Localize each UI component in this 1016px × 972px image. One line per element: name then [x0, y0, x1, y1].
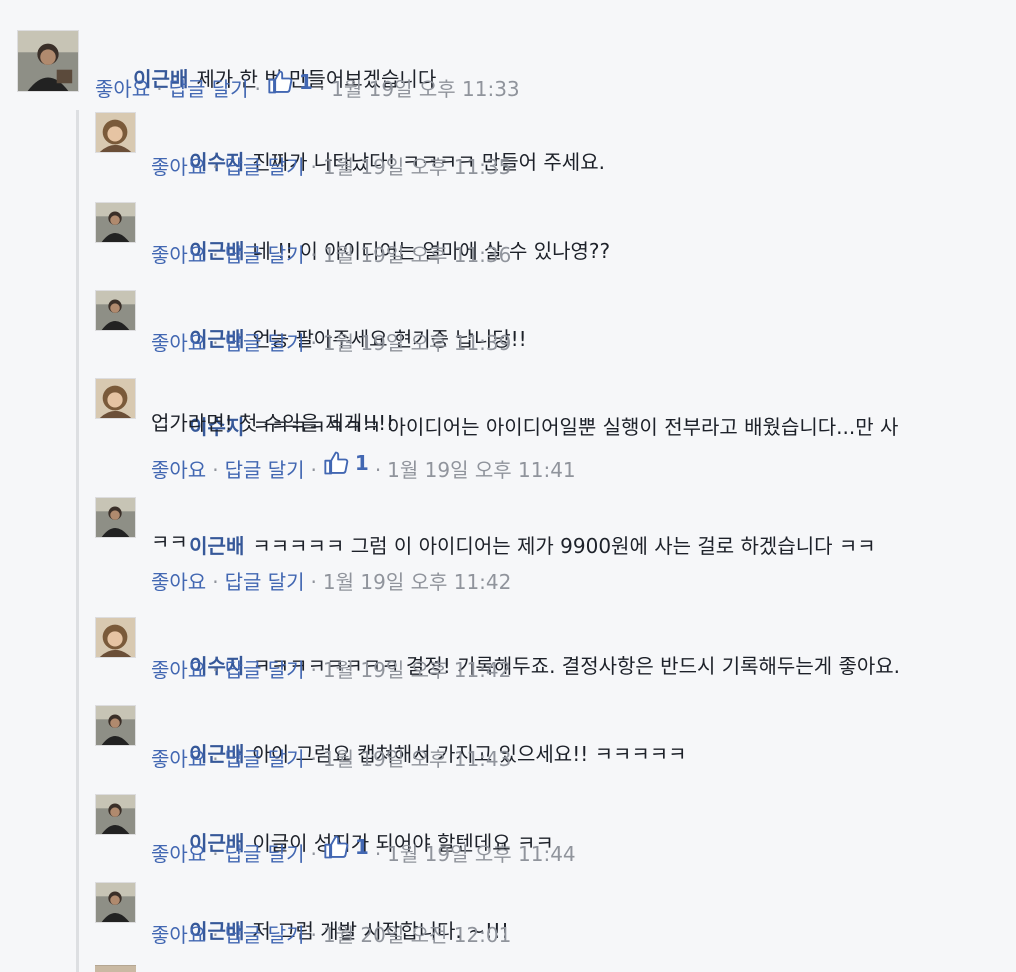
comment-meta: 좋아요 · 답글 달기 · 1월 20일 오전 12:01: [151, 920, 511, 950]
separator: ·: [156, 77, 163, 101]
comment-timestamp[interactable]: 1월 19일 오후 11:39: [323, 331, 511, 355]
like-count-value: 1: [354, 451, 369, 475]
reply-button[interactable]: 답글 달기: [225, 570, 305, 594]
comment-meta: 좋아요 · 답글 달기 · 1월 19일 오후 11:35: [151, 152, 511, 182]
comment-timestamp[interactable]: 1월 20일 오전 12:01: [323, 923, 511, 947]
separator: ·: [212, 155, 219, 179]
like-button[interactable]: 좋아요: [151, 155, 206, 179]
comment-meta: 좋아요 · 답글 달기 · 1월 19일 오후 11:42: [151, 567, 511, 597]
separator: ·: [212, 842, 219, 866]
like-button[interactable]: 좋아요: [151, 658, 206, 682]
comment-timestamp[interactable]: 1월 19일 오후 11:42: [323, 658, 511, 682]
avatar[interactable]: [95, 202, 136, 243]
like-button[interactable]: 좋아요: [151, 923, 206, 947]
reply-button[interactable]: 답글 달기: [225, 155, 305, 179]
separator: ·: [310, 658, 317, 682]
avatar[interactable]: [95, 965, 136, 972]
comment-text-continued: 업가라면! 첫 수익을 제게!!!!: [151, 411, 395, 435]
comment-text-continued: ㅋㅋ: [151, 530, 188, 554]
like-count[interactable]: 1: [323, 832, 369, 862]
reply-button[interactable]: 답글 달기: [225, 243, 305, 267]
separator: ·: [310, 155, 317, 179]
avatar[interactable]: [95, 497, 136, 538]
avatar[interactable]: [95, 882, 136, 923]
reply-button[interactable]: 답글 달기: [225, 658, 305, 682]
avatar[interactable]: [95, 290, 136, 331]
comment-meta: 좋아요 · 답글 달기 · 1 · 1월 19일 오후 11:44: [151, 832, 576, 869]
separator: ·: [310, 331, 317, 355]
comment-meta: 좋아요 · 답글 달기 · 1월 19일 오후 11:36: [151, 240, 511, 270]
reply-thread-line: [76, 110, 79, 972]
comment-timestamp[interactable]: 1월 19일 오후 11:43: [323, 747, 511, 771]
separator: ·: [310, 243, 317, 267]
like-button[interactable]: 좋아요: [151, 747, 206, 771]
separator: ·: [212, 243, 219, 267]
like-count[interactable]: 1: [323, 448, 369, 478]
separator: ·: [310, 458, 317, 482]
separator: ·: [212, 458, 219, 482]
reply-button[interactable]: 답글 달기: [225, 747, 305, 771]
like-button[interactable]: 좋아요: [151, 570, 206, 594]
comment-meta: 좋아요 · 답글 달기 · 1월 19일 오후 11:39: [151, 328, 511, 358]
comment-author[interactable]: 이근배: [189, 534, 244, 558]
separator: ·: [318, 77, 326, 101]
reply-button[interactable]: 답글 달기: [169, 77, 249, 101]
comment-meta: 좋아요 · 답글 달기 · 1월 19일 오후 11:43: [151, 744, 511, 774]
like-button[interactable]: 좋아요: [151, 842, 206, 866]
like-button[interactable]: 좋아요: [151, 331, 206, 355]
like-count[interactable]: 1: [267, 67, 313, 97]
separator: ·: [212, 747, 219, 771]
avatar[interactable]: [95, 112, 136, 153]
separator: ·: [374, 458, 382, 482]
reply-button[interactable]: 답글 달기: [225, 331, 305, 355]
separator: ·: [310, 842, 317, 866]
comment-timestamp[interactable]: 1월 19일 오후 11:41: [387, 458, 575, 482]
avatar[interactable]: [95, 378, 136, 419]
avatar[interactable]: [95, 617, 136, 658]
separator: ·: [310, 923, 317, 947]
comment-thread: 이근배 제가 한 번 만들어보겠습니다 좋아요 · 답글 달기 · 1 · 1월 19일 오후…: [0, 0, 1016, 972]
avatar[interactable]: [95, 794, 136, 835]
separator: ·: [374, 842, 382, 866]
like-button[interactable]: 좋아요: [151, 458, 206, 482]
reply-button[interactable]: 답글 달기: [225, 458, 305, 482]
comment-text: ㅋㅋㅋㅋㅋ 그럼 이 아이디어는 제가 9900원에 사는 걸로 하겠습니다 ㅋ…: [252, 534, 876, 558]
separator: ·: [212, 331, 219, 355]
comment-meta: 좋아요 · 답글 달기 · 1 · 1월 19일 오후 11:33: [95, 67, 520, 104]
comment-meta: 좋아요 · 답글 달기 · 1 · 1월 19일 오후 11:41: [151, 448, 576, 485]
comment-timestamp[interactable]: 1월 19일 오후 11:42: [323, 570, 511, 594]
separator: ·: [212, 923, 219, 947]
separator: ·: [310, 747, 317, 771]
reply-button[interactable]: 답글 달기: [225, 923, 305, 947]
like-count-value: 1: [354, 835, 369, 859]
like-count-value: 1: [298, 70, 313, 94]
thumbs-up-icon: [268, 70, 293, 94]
comment-timestamp[interactable]: 1월 19일 오후 11:44: [387, 842, 575, 866]
reply-button[interactable]: 답글 달기: [225, 842, 305, 866]
comment-timestamp[interactable]: 1월 19일 오후 11:33: [331, 77, 519, 101]
comment-timestamp[interactable]: 1월 19일 오후 11:36: [323, 243, 511, 267]
comment-timestamp[interactable]: 1월 19일 오후 11:35: [323, 155, 511, 179]
separator: ·: [212, 570, 219, 594]
thumbs-up-icon: [324, 451, 349, 475]
like-button[interactable]: 좋아요: [95, 77, 150, 101]
separator: ·: [212, 658, 219, 682]
avatar[interactable]: [95, 705, 136, 746]
avatar[interactable]: [17, 30, 79, 92]
like-button[interactable]: 좋아요: [151, 243, 206, 267]
thumbs-up-icon: [324, 835, 349, 859]
separator: ·: [310, 570, 317, 594]
comment-meta: 좋아요 · 답글 달기 · 1월 19일 오후 11:42: [151, 655, 511, 685]
separator: ·: [254, 77, 261, 101]
